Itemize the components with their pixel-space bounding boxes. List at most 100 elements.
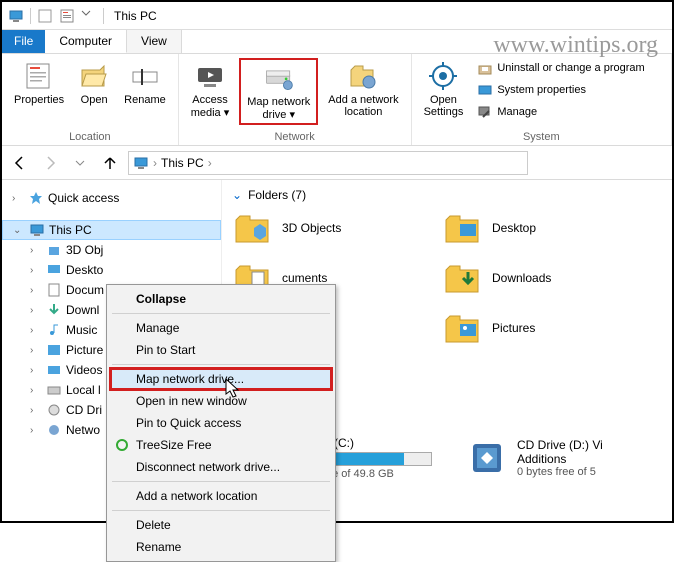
manage-label: Manage xyxy=(497,106,537,118)
rename-icon xyxy=(129,60,161,92)
tree-quick-access[interactable]: › Quick access xyxy=(2,188,221,208)
uninstall-button[interactable]: Uninstall or change a program xyxy=(473,58,648,78)
ribbon-group-location: Properties Open Rename Location xyxy=(2,54,179,145)
system-properties-label: System properties xyxy=(497,84,586,96)
checkbox-icon[interactable] xyxy=(37,8,53,24)
chevron-down-icon: ⌄ xyxy=(232,188,242,202)
pc-icon xyxy=(29,222,45,238)
tree-label: Quick access xyxy=(48,191,119,205)
tree-label: Videos xyxy=(66,363,102,377)
tree-label: Deskto xyxy=(66,263,103,277)
tree-desktop[interactable]: ›Deskto xyxy=(2,260,221,280)
recent-dropdown[interactable] xyxy=(68,151,92,175)
ctx-treesize[interactable]: TreeSize Free xyxy=(110,434,332,456)
folder-label: Pictures xyxy=(492,321,535,335)
ctx-disconnect-network-drive[interactable]: Disconnect network drive... xyxy=(110,456,332,478)
system-properties-button[interactable]: System properties xyxy=(473,80,648,100)
folder-label: Desktop xyxy=(492,221,536,235)
ctx-rename[interactable]: Rename xyxy=(110,536,332,558)
rename-label: Rename xyxy=(124,94,166,106)
separator xyxy=(103,8,104,24)
address-text: This PC xyxy=(161,156,204,170)
address-bar[interactable]: › This PC › xyxy=(128,151,528,175)
tree-3d-objects[interactable]: ›3D Obj xyxy=(2,240,221,260)
folder-downloads[interactable]: Downloads xyxy=(442,258,622,298)
tree-this-pc[interactable]: ⌄ This PC xyxy=(2,220,221,240)
tree-label: Docum xyxy=(66,283,104,297)
ctx-pin-start[interactable]: Pin to Start xyxy=(110,339,332,361)
ribbon: Properties Open Rename Location xyxy=(2,54,672,146)
manage-button[interactable]: Manage xyxy=(473,102,648,122)
media-icon xyxy=(194,60,226,92)
up-button[interactable] xyxy=(98,151,122,175)
chevron-right-icon: › xyxy=(153,156,157,170)
file-tab[interactable]: File xyxy=(2,30,45,53)
rename-button[interactable]: Rename xyxy=(120,58,170,108)
ribbon-group-system: OpenSettings Uninstall or change a progr… xyxy=(412,54,672,145)
menu-bar: File Computer View xyxy=(2,30,672,54)
access-media-button[interactable]: Accessmedia ▾ xyxy=(187,58,234,121)
star-icon xyxy=(28,190,44,206)
settings-icon xyxy=(427,60,459,92)
ctx-map-network-drive[interactable]: Map network drive... xyxy=(110,368,332,390)
folder-icon xyxy=(442,308,482,348)
tree-label: Music xyxy=(66,323,97,337)
cd-drive-icon xyxy=(467,438,507,478)
access-media-label: Accessmedia ▾ xyxy=(191,94,230,119)
folder-icon xyxy=(442,258,482,298)
ctx-manage[interactable]: Manage xyxy=(110,317,332,339)
map-network-drive-button[interactable]: Map networkdrive ▾ xyxy=(239,58,318,125)
uninstall-label: Uninstall or change a program xyxy=(497,62,644,74)
treesize-icon xyxy=(114,437,130,453)
folder-label: 3D Objects xyxy=(282,221,341,235)
forward-button[interactable] xyxy=(38,151,62,175)
open-button[interactable]: Open xyxy=(74,58,114,108)
context-menu: Collapse Manage Pin to Start Map network… xyxy=(106,284,336,562)
tree-label: This PC xyxy=(49,223,92,237)
tab-computer[interactable]: Computer xyxy=(45,30,127,53)
folder-desktop[interactable]: Desktop xyxy=(442,208,622,248)
manage-icon xyxy=(477,104,493,120)
tree-label: Picture xyxy=(66,343,103,357)
ribbon-group-network: Accessmedia ▾ Map networkdrive ▾ Add a n… xyxy=(179,54,412,145)
tree-label: Local l xyxy=(66,383,101,397)
folder-3d-objects[interactable]: 3D Objects xyxy=(232,208,412,248)
ctx-delete[interactable]: Delete xyxy=(110,514,332,536)
open-settings-label: OpenSettings xyxy=(424,94,464,118)
separator xyxy=(30,8,31,24)
tree-label: Downl xyxy=(66,303,99,317)
ctx-add-network-location[interactable]: Add a network location xyxy=(110,485,332,507)
folder-pictures[interactable]: Pictures xyxy=(442,308,622,348)
folders-section-header[interactable]: ⌄ Folders (7) xyxy=(232,188,672,202)
content-area: › Quick access ⌄ This PC ›3D Obj ›Deskto… xyxy=(2,180,672,521)
map-drive-label: Map networkdrive ▾ xyxy=(247,96,310,121)
back-button[interactable] xyxy=(8,151,32,175)
folder-label: Downloads xyxy=(492,271,551,285)
group-label-network: Network xyxy=(187,131,403,143)
chevron-down-icon[interactable]: ⌄ xyxy=(13,225,25,236)
drive-cd-d[interactable]: CD Drive (D:) Vi Additions 0 bytes free … xyxy=(467,436,672,480)
group-label-system: System xyxy=(420,131,663,143)
ctx-open-new-window[interactable]: Open in new window xyxy=(110,390,332,412)
add-network-location-button[interactable]: Add a networklocation xyxy=(324,58,402,120)
add-location-icon xyxy=(347,60,379,92)
folder-icon xyxy=(442,208,482,248)
folders-header-label: Folders (7) xyxy=(248,188,306,202)
chevron-right-icon[interactable]: › xyxy=(12,193,24,204)
uninstall-icon xyxy=(477,60,493,76)
drive-sub-label: Additions xyxy=(517,452,672,466)
system-properties-icon xyxy=(477,82,493,98)
tab-view[interactable]: View xyxy=(127,30,182,53)
open-settings-button[interactable]: OpenSettings xyxy=(420,58,468,120)
open-icon xyxy=(78,60,110,92)
tree-label: Netwo xyxy=(66,423,100,437)
ctx-pin-quick-access[interactable]: Pin to Quick access xyxy=(110,412,332,434)
properties-button[interactable]: Properties xyxy=(10,58,68,108)
pc-icon xyxy=(133,155,149,171)
open-label: Open xyxy=(81,94,108,106)
dropdown-icon[interactable] xyxy=(81,8,97,24)
properties-quick-icon[interactable] xyxy=(59,8,75,24)
properties-icon xyxy=(23,60,55,92)
ctx-collapse[interactable]: Collapse xyxy=(110,288,332,310)
folder-icon xyxy=(232,208,272,248)
